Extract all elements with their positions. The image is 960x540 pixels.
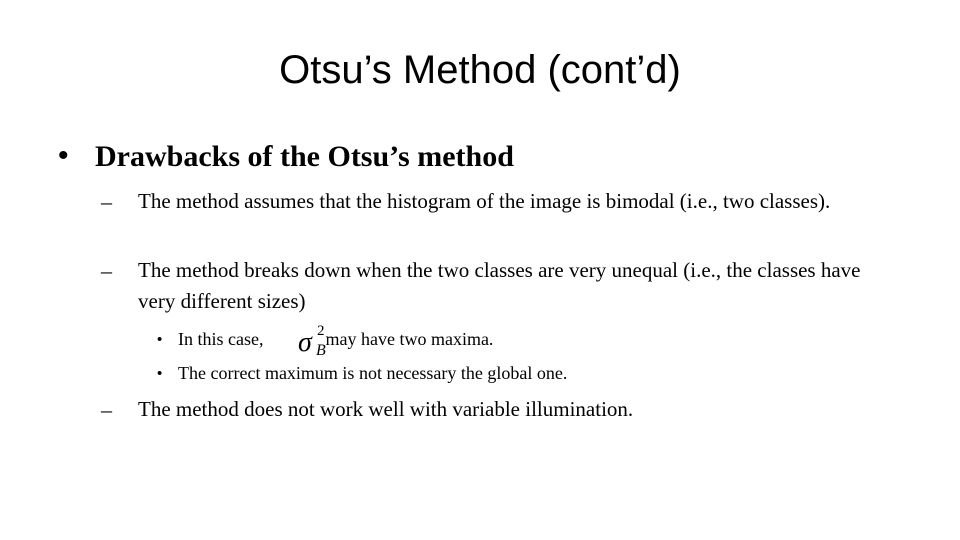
sigma-symbol: σ [298, 327, 313, 357]
sub-point-1-bullet: • [157, 331, 163, 348]
sub-point-2-text: The correct maximum is not necessary the… [178, 363, 568, 383]
sigma-b-squared-formula: σ 2 B [298, 323, 326, 357]
sub-point-2-bullet: • [157, 365, 163, 382]
point-2-text: The method breaks down when the two clas… [138, 258, 861, 313]
heading-bullet: • [58, 139, 69, 172]
sigma-superscript: 2 [317, 323, 325, 339]
point-1-text: The method assumes that the histogram of… [138, 189, 831, 213]
heading-text: Drawbacks of the Otsu’s method [95, 140, 514, 173]
sigma-subscript: B [316, 342, 326, 357]
sub-point-1-text-after: may have two maxima. [325, 329, 494, 349]
point-1-dash: – [101, 189, 112, 214]
point-2-dash: – [101, 258, 112, 283]
point-3-dash: – [101, 397, 112, 422]
slide: Otsu’s Method (cont’d) • Drawbacks of th… [0, 0, 960, 540]
sub-point-1-text-before: In this case, [178, 329, 264, 349]
point-3-text: The method does not work well with varia… [138, 397, 634, 421]
slide-title: Otsu’s Method (cont’d) [279, 48, 681, 92]
